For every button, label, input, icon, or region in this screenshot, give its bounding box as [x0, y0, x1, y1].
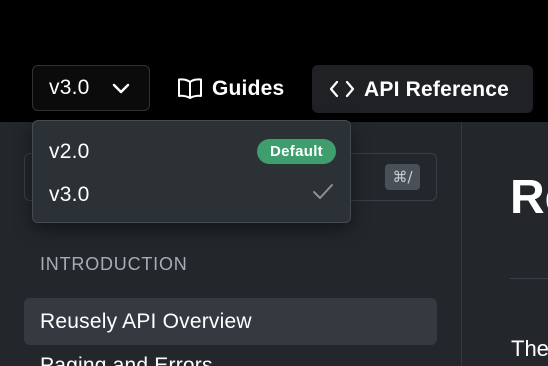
- version-dropdown-menu: v2.0 Default v3.0: [32, 120, 351, 223]
- api-reference-label: API Reference: [364, 78, 509, 101]
- code-icon: [329, 80, 355, 98]
- default-badge: Default: [257, 139, 336, 164]
- guides-label: Guides: [212, 77, 285, 100]
- page-intro-text: The: [511, 336, 548, 361]
- checkmark-icon: [313, 184, 333, 199]
- version-option-v2[interactable]: v2.0: [49, 140, 90, 164]
- sidebar-item-paging-and-errors[interactable]: Paging and Errors: [40, 354, 213, 366]
- sidebar-section-title: INTRODUCTION: [40, 254, 188, 274]
- api-reference-nav-link[interactable]: API Reference: [312, 65, 533, 113]
- search-shortcut-badge: ⌘/: [385, 164, 420, 190]
- chevron-down-icon: [112, 83, 130, 94]
- version-selector-label: v3.0: [49, 76, 90, 99]
- book-icon: [178, 78, 202, 99]
- sidebar-item-label: Reusely API Overview: [40, 310, 252, 333]
- version-selector-button[interactable]: v3.0: [32, 65, 150, 111]
- version-option-v3[interactable]: v3.0: [49, 183, 90, 207]
- page-title: Re: [510, 171, 548, 224]
- title-divider: [510, 278, 548, 279]
- guides-nav-link[interactable]: Guides: [168, 65, 300, 111]
- sidebar-item-reusely-api-overview[interactable]: Reusely API Overview: [24, 298, 437, 345]
- top-navigation: v3.0 Guides API Reference: [0, 0, 548, 122]
- app-window: v3.0 Guides API Reference ⌘/ INTRODUCTIO…: [0, 0, 548, 366]
